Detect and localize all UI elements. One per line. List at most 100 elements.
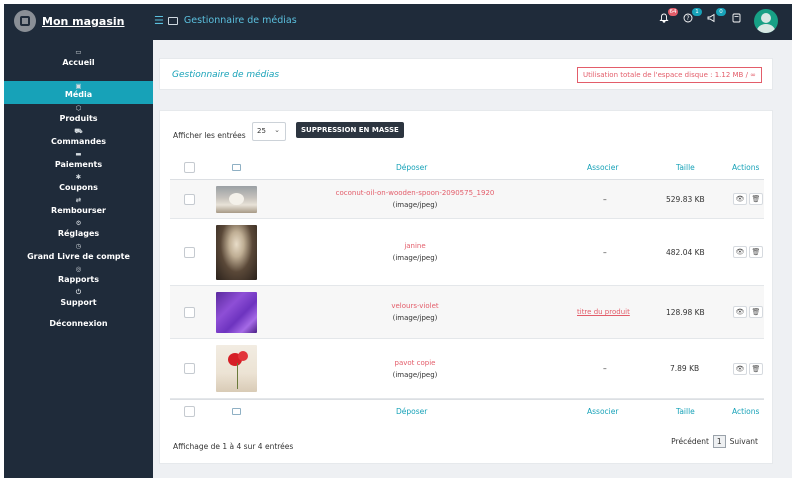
media-mime-type: (image/jpeg) <box>392 254 438 262</box>
announcement-badge: 0 <box>716 8 726 16</box>
row-checkbox[interactable] <box>184 246 195 258</box>
sidebar-item-coupons[interactable]: ✱ Coupons <box>4 173 153 196</box>
sidebar-item-orders[interactable]: ⛟ Commandes <box>4 127 153 150</box>
sidebar-item-ledger[interactable]: ◷ Grand Livre de compte <box>4 242 153 265</box>
media-file-name[interactable]: coconut-oil-on-wooden-spoon-2090575_1920 <box>300 187 530 199</box>
power-icon: ⏻ <box>75 288 82 296</box>
sidebar-item-label: Grand Livre de compte <box>27 252 130 261</box>
column-associate-footer[interactable]: Associer <box>587 407 618 416</box>
brand-name[interactable]: Mon magasin <box>42 15 125 28</box>
notification-bell-icon[interactable]: 64 <box>656 8 678 29</box>
store-logo-icon <box>14 10 36 32</box>
select-all-checkbox-footer[interactable] <box>184 406 195 417</box>
megaphone-icon[interactable]: 0 <box>704 8 726 29</box>
column-upload[interactable]: Déposer <box>396 163 427 172</box>
view-eye-icon[interactable]: 👁 <box>733 193 747 205</box>
table-row: janine (image/jpeg) – 482.04 KB 👁 🗑 <box>170 219 764 286</box>
sidebar-item-reports[interactable]: ◎ Rapports <box>4 265 153 288</box>
media-file-name[interactable]: janine <box>300 240 530 252</box>
pagination-previous[interactable]: Précédent <box>671 437 709 446</box>
media-file-name[interactable]: pavot copie <box>300 357 530 369</box>
sidebar-item-settings[interactable]: ⚙ Réglages <box>4 219 153 242</box>
media-association: – <box>603 194 607 204</box>
view-eye-icon[interactable]: 👁 <box>733 362 747 375</box>
media-size: 128.98 KB <box>666 307 705 317</box>
sidebar-item-label: Paiements <box>54 160 103 169</box>
sidebar-item-label: Support <box>60 298 97 307</box>
media-mime-type: (image/jpeg) <box>392 370 438 379</box>
column-associate[interactable]: Associer <box>587 163 618 172</box>
pagination-next[interactable]: Suivant <box>730 437 758 446</box>
row-checkbox[interactable] <box>184 193 195 205</box>
sidebar-item-label: Accueil <box>62 58 95 67</box>
disk-usage-badge: Utilisation totale de l'espace disque : … <box>576 67 762 83</box>
sidebar-item-label: Déconnexion <box>49 319 108 328</box>
app-frame: Mon magasin ☰ Gestionnaire de médias 64 … <box>4 4 792 478</box>
box-icon: ⬡ <box>75 104 82 112</box>
image-column-icon <box>232 164 241 171</box>
delete-trash-icon[interactable]: 🗑 <box>749 246 763 258</box>
sidebar-item-logout[interactable]: Déconnexion <box>4 311 153 334</box>
column-upload-footer[interactable]: Déposer <box>396 407 427 416</box>
sidebar-item-label: Média <box>64 90 93 99</box>
sidebar-item-support[interactable]: ⏻ Support <box>4 288 153 311</box>
clock-icon: ◷ <box>75 242 82 250</box>
media-icon <box>167 16 178 25</box>
associated-product-link[interactable]: titre du produit <box>577 308 630 316</box>
sidebar-item-media[interactable]: ▣ Média <box>4 81 153 104</box>
hamburger-menu-icon[interactable]: ☰ <box>154 14 164 27</box>
media-thumbnail[interactable] <box>216 186 257 213</box>
sidebar-item-products[interactable]: ⬡ Produits <box>4 104 153 127</box>
user-avatar[interactable] <box>754 9 778 33</box>
pagination: Précédent 1 Suivant <box>671 435 758 448</box>
sidebar-item-refund[interactable]: ⇄ Rembourser <box>4 196 153 219</box>
row-checkbox[interactable] <box>184 363 195 374</box>
image-icon: ▣ <box>75 82 82 90</box>
sidebar-item-label: Rembourser <box>51 206 106 215</box>
brand[interactable]: Mon magasin <box>14 10 125 32</box>
media-thumbnail[interactable] <box>216 345 257 392</box>
media-table-card: Afficher les entrées 25 ⌄ SUPPRESSION EN… <box>159 110 773 464</box>
view-eye-icon[interactable]: 👁 <box>733 246 747 258</box>
table-header: Déposer Associer Taille Actions <box>170 156 764 180</box>
table-row: velours-violet (image/jpeg) titre du pro… <box>170 286 764 339</box>
image-column-icon <box>232 408 241 415</box>
credit-card-icon: ▬ <box>75 150 82 158</box>
help-icon[interactable]: ? 1 <box>680 8 702 29</box>
entries-length-label: Afficher les entrées <box>173 131 246 140</box>
delete-trash-icon[interactable]: 🗑 <box>749 306 763 318</box>
media-mime-type: (image/jpeg) <box>392 314 438 322</box>
column-actions-footer: Actions <box>732 407 760 416</box>
header-icons: 64 ? 1 0 <box>648 8 778 33</box>
row-checkbox[interactable] <box>184 306 195 318</box>
media-mime-type: (image/jpeg) <box>392 201 438 209</box>
delete-trash-icon[interactable]: 🗑 <box>749 193 763 205</box>
pagination-page-1[interactable]: 1 <box>712 435 726 448</box>
column-size[interactable]: Taille <box>676 163 695 172</box>
media-file-name[interactable]: velours-violet <box>300 300 530 312</box>
sidebar-item-label: Rapports <box>57 275 100 284</box>
header-menu: ☰ Gestionnaire de médias <box>154 14 297 27</box>
table-footer: Déposer Associer Taille Actions <box>170 399 764 423</box>
bulk-delete-button[interactable]: SUPPRESSION EN MASSE <box>296 122 404 138</box>
delete-trash-icon[interactable]: 🗑 <box>749 362 763 375</box>
page-title: Gestionnaire de médias <box>172 70 280 80</box>
sidebar-item-payments[interactable]: ▬ Paiements <box>4 150 153 173</box>
entries-length-select[interactable]: 25 ⌄ <box>252 122 286 141</box>
help-badge: 1 <box>692 8 702 16</box>
sidebar-item-label: Produits <box>59 114 98 123</box>
monitor-icon: ▭ <box>75 48 82 56</box>
top-bar: Mon magasin ☰ Gestionnaire de médias 64 … <box>4 4 792 40</box>
media-size: 7.89 KB <box>670 364 700 373</box>
select-all-checkbox[interactable] <box>184 162 195 173</box>
column-size-footer[interactable]: Taille <box>676 407 695 416</box>
book-icon[interactable] <box>728 13 744 29</box>
media-thumbnail[interactable] <box>216 225 257 280</box>
chevron-down-icon: ⌄ <box>274 126 280 134</box>
view-eye-icon[interactable]: 👁 <box>733 306 747 318</box>
sidebar-item-home[interactable]: ▭ Accueil <box>4 48 153 71</box>
media-thumbnail[interactable] <box>216 292 257 333</box>
globe-icon: ◎ <box>75 265 82 273</box>
sidebar: ▭ Accueil ▣ Média ⬡ Produits ⛟ Commandes… <box>4 40 153 478</box>
media-association: – <box>603 364 607 373</box>
